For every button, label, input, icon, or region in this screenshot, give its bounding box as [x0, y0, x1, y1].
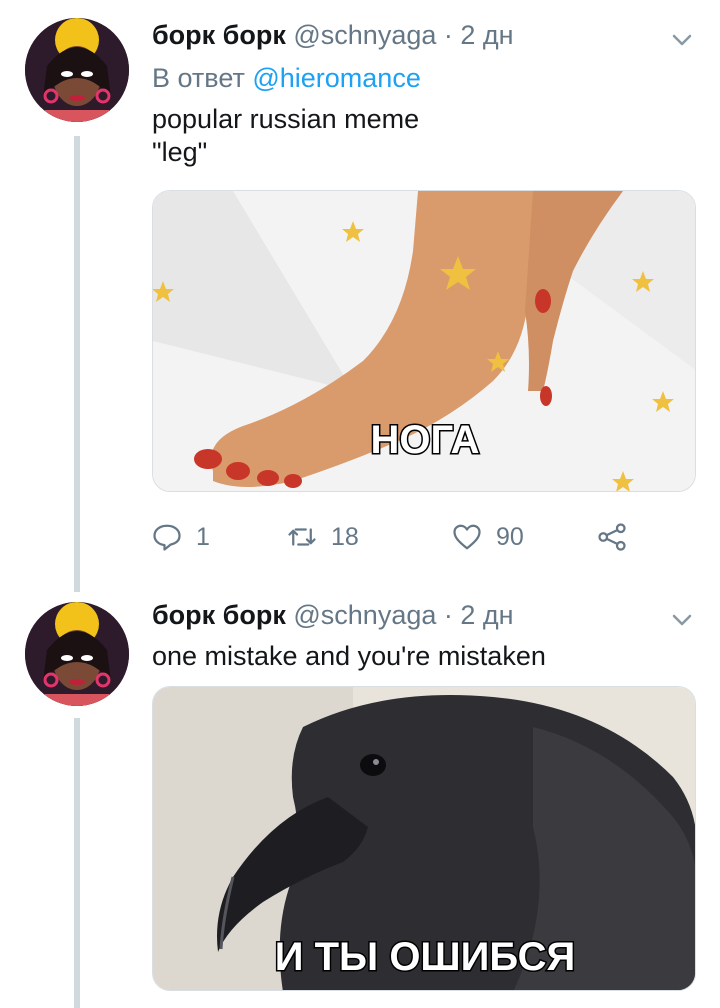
leg-meme-image: НОГА [153, 191, 695, 491]
tweet-1: борк борк @schnyaga · 2 дн В ответ @hier… [0, 0, 720, 592]
reply-icon [153, 524, 181, 551]
retweet-icon [288, 528, 316, 546]
like-count: 90 [496, 522, 524, 551]
reply-count: 1 [196, 522, 210, 551]
reply-to: В ответ @hieromance [152, 58, 421, 98]
heart-icon [453, 524, 481, 550]
retweet-count: 18 [331, 522, 359, 551]
thread-line [74, 136, 80, 592]
media-caption: И ТЫ ОШИБСЯ [275, 935, 576, 979]
thread-line [74, 718, 80, 1008]
separator-dot: · [443, 20, 453, 50]
reply-action[interactable]: 1 [152, 517, 210, 557]
crow-meme-image: И ТЫ ОШИБСЯ [153, 687, 695, 990]
user-handle[interactable]: @schnyaga [293, 600, 436, 630]
tweet-text: one mistake and you're mistaken [152, 641, 546, 671]
tweet-actions: 1 18 90 [152, 517, 672, 557]
chevron-down-icon[interactable] [670, 608, 694, 632]
retweet-action[interactable]: 18 [287, 517, 359, 557]
avatar[interactable] [25, 602, 129, 706]
reply-prefix: В ответ [152, 63, 245, 93]
reply-mention-link[interactable]: @hieromance [252, 63, 421, 93]
share-icon [598, 523, 626, 551]
tweet-2: борк борк @schnyaga · 2 дн one mistake a… [0, 590, 720, 1008]
avatar[interactable] [25, 18, 129, 122]
tweet-header: борк борк @schnyaga · 2 дн [152, 595, 514, 635]
separator-dot: · [443, 600, 453, 630]
tweet-time[interactable]: 2 дн [460, 20, 513, 50]
user-handle[interactable]: @schnyaga [293, 20, 436, 50]
chevron-down-icon[interactable] [670, 28, 694, 52]
display-name[interactable]: борк борк [152, 20, 286, 50]
tweet-media-image[interactable]: И ТЫ ОШИБСЯ [152, 686, 696, 991]
tweet-time[interactable]: 2 дн [460, 600, 513, 630]
display-name[interactable]: борк борк [152, 600, 286, 630]
share-action[interactable] [597, 517, 627, 557]
tweet-media-image[interactable]: НОГА [152, 190, 696, 492]
media-caption: НОГА [370, 418, 479, 462]
tweet-header: борк борк @schnyaga · 2 дн [152, 15, 514, 55]
like-action[interactable]: 90 [452, 517, 524, 557]
tweet-text: popular russian meme "leg" [152, 104, 420, 167]
